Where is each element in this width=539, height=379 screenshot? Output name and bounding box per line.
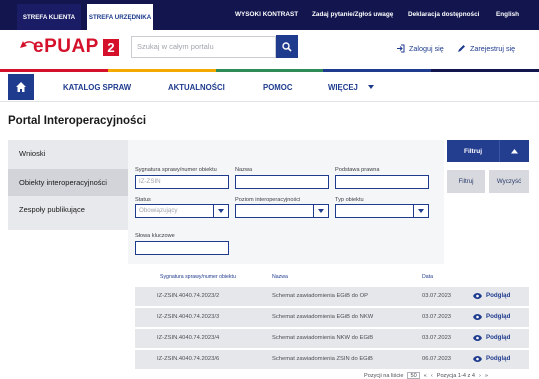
sidebar-item-wnioski[interactable]: Wnioski bbox=[8, 140, 128, 167]
column-header-nazwa[interactable]: Nazwa bbox=[272, 274, 288, 280]
preview-button[interactable]: Podgląd bbox=[473, 292, 510, 299]
podstawa-label: Podstawa prawna bbox=[335, 167, 380, 173]
nav-wiecej-label: WIĘCEJ bbox=[328, 83, 358, 92]
nav-aktualnosci[interactable]: AKTUALNOŚCI bbox=[168, 83, 225, 92]
status-value: Obowiązujący bbox=[139, 207, 178, 214]
table-row: IZ-ZSIN.4040.74.2023/4 Schemat zawiadomi… bbox=[135, 329, 529, 348]
slowa-label: Słowa kluczowe bbox=[135, 233, 175, 239]
nazwa-label: Nazwa bbox=[235, 167, 253, 173]
sygnatura-input[interactable]: IZ-ZSIN bbox=[135, 175, 229, 189]
row-sygnatura: IZ-ZSIN.4040.74.2023/3 bbox=[157, 314, 220, 320]
poziom-label: Poziom interoperacyjności bbox=[235, 197, 301, 203]
sidebar: Wnioski Obiekty interoperacyjności Zespo… bbox=[8, 140, 128, 230]
first-page-icon[interactable]: « bbox=[424, 373, 427, 379]
page-indicator: Pozycja 1-4 z 4 bbox=[436, 372, 475, 379]
row-sygnatura: IZ-ZSIN.4040.74.2023/2 bbox=[157, 293, 220, 299]
poziom-select[interactable] bbox=[235, 204, 329, 218]
register-link[interactable]: Zarejestruj się bbox=[457, 44, 515, 53]
logo-text: ePUAP bbox=[33, 36, 99, 57]
status-label: Status bbox=[135, 197, 151, 203]
row-nazwa: Schemat zawiadomienia EGiB do OP bbox=[272, 293, 369, 299]
typ-label: Typ obiektu bbox=[335, 197, 364, 203]
column-header-data[interactable]: Data bbox=[422, 274, 433, 280]
row-data: 03.07.2023 bbox=[422, 314, 452, 320]
language-english-link[interactable]: English bbox=[496, 11, 519, 18]
filter-panel: Sygnatura sprawy/numer obiektu IZ-ZSIN N… bbox=[128, 140, 444, 264]
preview-button[interactable]: Podgląd bbox=[473, 355, 510, 362]
apply-filter-button[interactable]: Filtruj bbox=[447, 170, 485, 193]
sidebar-item-zespoly[interactable]: Zespoły publikujące bbox=[8, 196, 128, 223]
pagination: Pozycji na liście 50 « ‹ Pozycja 1-4 z 4… bbox=[364, 372, 488, 379]
tab-strefa-urzednika[interactable]: STREFA URZĘDNIKA bbox=[87, 4, 153, 30]
clear-filter-button[interactable]: Wyczyść bbox=[489, 170, 529, 193]
row-nazwa: Schemat zawiadomienia ZSIN do EGiB bbox=[272, 356, 373, 362]
preview-button[interactable]: Podgląd bbox=[473, 334, 510, 341]
register-label: Zarejestruj się bbox=[470, 44, 516, 53]
per-page-select[interactable]: 50 bbox=[407, 372, 420, 379]
chevron-up-icon bbox=[499, 140, 529, 162]
row-data: 03.07.2023 bbox=[422, 335, 452, 341]
chevron-down-icon bbox=[368, 85, 375, 89]
table-row: IZ-ZSIN.4040.74.2023/3 Schemat zawiadomi… bbox=[135, 308, 529, 327]
filter-toggle-label: Filtruj bbox=[463, 147, 483, 155]
row-sygnatura: IZ-ZSIN.4040.74.2023/4 bbox=[157, 335, 220, 341]
top-bar: STREFA KLIENTA STREFA URZĘDNIKA WYSOKI K… bbox=[0, 0, 539, 30]
nav-wiecej[interactable]: WIĘCEJ bbox=[328, 83, 375, 92]
home-button[interactable] bbox=[8, 74, 34, 100]
login-icon bbox=[397, 44, 405, 53]
table-row: IZ-ZSIN.4040.74.2023/6 Schemat zawiadomi… bbox=[135, 350, 529, 369]
row-nazwa: Schemat zawiadomienia NKW do EGiB bbox=[272, 335, 374, 341]
typ-select[interactable] bbox=[335, 204, 429, 218]
login-label: Zaloguj się bbox=[409, 44, 444, 53]
accessibility-declaration-link[interactable]: Deklaracja dostępności bbox=[408, 11, 479, 18]
eye-icon bbox=[473, 355, 482, 362]
slowa-input[interactable] bbox=[135, 241, 229, 255]
eye-icon bbox=[473, 313, 482, 320]
epuap-logo[interactable]: ePUAP 2 bbox=[20, 36, 120, 59]
prev-page-icon[interactable]: ‹ bbox=[431, 373, 433, 379]
nazwa-input[interactable] bbox=[235, 175, 329, 189]
row-data: 06.07.2023 bbox=[422, 356, 452, 362]
preview-button[interactable]: Podgląd bbox=[473, 313, 510, 320]
preview-label: Podgląd bbox=[486, 334, 511, 341]
high-contrast-link[interactable]: WYSOKI KONTRAST bbox=[235, 11, 298, 18]
chevron-down-icon bbox=[413, 205, 428, 217]
eye-icon bbox=[473, 292, 482, 299]
eye-icon bbox=[473, 334, 482, 341]
search-input[interactable]: Szukaj w całym portalu bbox=[131, 36, 276, 58]
preview-label: Podgląd bbox=[486, 355, 511, 362]
page-title: Portal Interoperacyjności bbox=[8, 115, 147, 127]
search-button[interactable] bbox=[276, 35, 298, 58]
nav-katalog-spraw[interactable]: KATALOG SPRAW bbox=[63, 83, 131, 92]
pencil-icon bbox=[458, 45, 465, 52]
per-page-label: Pozycji na liście bbox=[364, 372, 404, 379]
logo-version-badge: 2 bbox=[103, 39, 119, 56]
sygnatura-label: Sygnatura sprawy/numer obiektu bbox=[135, 167, 217, 173]
login-link[interactable]: Zaloguj się bbox=[396, 44, 444, 53]
chevron-down-icon bbox=[313, 205, 328, 217]
row-data: 03.07.2023 bbox=[422, 293, 452, 299]
home-icon bbox=[16, 82, 26, 92]
table-row: IZ-ZSIN.4040.74.2023/2 Schemat zawiadomi… bbox=[135, 287, 529, 306]
next-page-icon[interactable]: › bbox=[479, 373, 481, 379]
status-select[interactable]: Obowiązujący bbox=[135, 204, 229, 218]
chevron-down-icon bbox=[213, 205, 228, 217]
preview-label: Podgląd bbox=[486, 313, 511, 320]
column-header-sygnatura[interactable]: Sygnatura sprawy/numer obiektu bbox=[160, 274, 236, 280]
podstawa-input[interactable] bbox=[335, 175, 429, 189]
sidebar-item-obiekty[interactable]: Obiekty interoperacyjności bbox=[8, 169, 128, 196]
tab-strefa-klienta[interactable]: STREFA KLIENTA bbox=[17, 4, 81, 30]
row-sygnatura: IZ-ZSIN.4040.74.2023/6 bbox=[157, 356, 220, 362]
preview-label: Podgląd bbox=[486, 292, 511, 299]
last-page-icon[interactable]: » bbox=[485, 373, 488, 379]
row-nazwa: Schemat zawiadomienia EGiB do NKW bbox=[272, 314, 374, 320]
ask-question-link[interactable]: Zadaj pytanie/Zgłoś uwagę bbox=[312, 11, 393, 18]
search-icon bbox=[282, 41, 292, 52]
filter-toggle-button[interactable]: Filtruj bbox=[447, 140, 529, 162]
nav-pomoc[interactable]: POMOC bbox=[263, 83, 292, 92]
